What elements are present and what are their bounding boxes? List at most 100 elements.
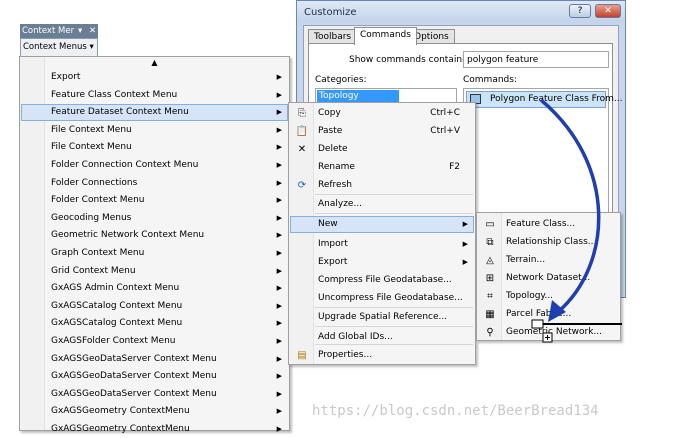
feature-class-icon: ▭	[485, 219, 495, 230]
menu-item-label: GxAGSGeometry ContextMenu	[51, 406, 190, 417]
menu-item-file-context-menu[interactable]: File Context Menu ▶	[21, 122, 288, 139]
menu-item-parcel-fabric[interactable]: ▦ Parcel Fabric...	[478, 306, 619, 323]
menu-item-label: Properties...	[318, 350, 373, 360]
menu-item-label: Grid Context Menu	[51, 265, 136, 276]
menu-item-properties[interactable]: ▤ Properties...	[290, 347, 474, 364]
menu-item-new[interactable]: New ▶	[290, 216, 474, 233]
menu-item-relationship-class[interactable]: ⧉ Relationship Class...	[478, 234, 619, 251]
submenu-arrow-icon: ▶	[276, 108, 282, 117]
menu-item-gxagsgeodataserver-context-menu[interactable]: GxAGSGeoDataServer Context Menu ▶	[21, 351, 288, 368]
drop-insertion-marker	[532, 323, 622, 325]
menu-item-label: Rename	[318, 162, 355, 172]
submenu-arrow-icon: ▶	[276, 301, 282, 310]
menu-item-label: Parcel Fabric...	[506, 309, 572, 319]
terrain-icon: ◬	[486, 255, 494, 266]
submenu-arrow-icon: ▶	[276, 284, 282, 293]
menu-item-refresh[interactable]: ⟳ Refresh	[290, 177, 474, 194]
menu-item-gxagsgeometry-contextmenu[interactable]: GxAGSGeometry ContextMenu ▶	[21, 421, 288, 438]
menu-item-topology[interactable]: ⌗ Topology...	[478, 288, 619, 305]
context-menus-dropdown-button[interactable]: Context Menus ▾	[23, 42, 94, 52]
menu-item-label: Graph Context Menu	[51, 248, 145, 258]
relationship-class-icon: ⧉	[486, 237, 494, 248]
delete-icon: ✕	[297, 144, 307, 155]
menu-item-label: GxAGS Admin Context Menu	[51, 283, 180, 294]
menu-item-folder-context-menu[interactable]: Folder Context Menu ▶	[21, 192, 288, 209]
menu-item-label: New	[318, 219, 338, 229]
menu-item-folder-connection-context-menu[interactable]: Folder Connection Context Menu ▶	[21, 157, 288, 174]
menu-item-label: Import	[318, 239, 348, 249]
menu-item-label: Upgrade Spatial Reference...	[318, 312, 448, 322]
toolbar-body: Context Menus ▾	[20, 38, 98, 58]
menu-item-gxags-admin-context-menu[interactable]: GxAGS Admin Context Menu ▶	[21, 280, 288, 297]
menu-item-network-dataset[interactable]: ⊞ Network Dataset...	[478, 270, 619, 287]
feature-dataset-context-menu: ⎘ Copy Ctrl+C 📋 Paste Ctrl+V ✕ Delete Rename F2 ⟳ R…	[288, 102, 476, 365]
commands-label: Commands:	[463, 75, 517, 85]
menu-item-label: File Context Menu	[51, 142, 132, 153]
menu-item-graph-context-menu[interactable]: Graph Context Menu ▶	[21, 245, 288, 262]
menu-item-export[interactable]: Export ▶	[21, 69, 288, 86]
submenu-arrow-icon: ▶	[276, 319, 282, 328]
menu-item-analyze[interactable]: Analyze...	[290, 196, 474, 213]
submenu-arrow-icon: ▶	[276, 337, 282, 345]
command-item-polygon-feature-class[interactable]: Polygon Feature Class From...	[466, 91, 623, 108]
menu-item-file-context-menu[interactable]: File Context Menu ▶	[21, 139, 288, 156]
submenu-arrow-icon: ▶	[276, 425, 282, 433]
menu-item-gxagsgeodataserver-context-menu[interactable]: GxAGSGeoDataServer Context Menu ▶	[21, 368, 288, 385]
menu-item-uncompress-file-geodatabase[interactable]: Uncompress File Geodatabase...	[290, 290, 474, 307]
menu-item-gxagsgeodataserver-context-menu[interactable]: GxAGSGeoDataServer Context Menu ▶	[21, 386, 288, 403]
command-filter-input[interactable]	[463, 51, 609, 68]
topology-icon: ⌗	[487, 291, 493, 302]
menu-item-geometric-network[interactable]: ⚲ Geometric Network...	[478, 324, 619, 341]
dialog-title-bar[interactable]: Customize ? ✕	[297, 1, 625, 23]
menu-item-import[interactable]: Import ▶	[290, 236, 474, 253]
menu-item-export[interactable]: Export ▶	[290, 254, 474, 271]
watermark: https://blog.csdn.net/BeerBread134	[312, 403, 599, 419]
menu-item-upgrade-spatial-reference[interactable]: Upgrade Spatial Reference...	[290, 309, 474, 326]
submenu-arrow-icon: ▶	[276, 372, 282, 381]
menu-item-folder-connections[interactable]: Folder Connections ▶	[21, 175, 288, 192]
help-button[interactable]: ?	[569, 4, 591, 18]
submenu-arrow-icon: ▶	[462, 258, 468, 266]
menu-item-label: Export	[318, 257, 348, 267]
menu-item-paste[interactable]: 📋 Paste Ctrl+V	[290, 123, 474, 140]
submenu-arrow-icon: ▶	[276, 266, 282, 275]
menu-item-label: Feature Class Context Menu	[51, 89, 178, 100]
menu-item-gxagscatalog-context-menu[interactable]: GxAGSCatalog Context Menu ▶	[21, 298, 288, 315]
context-menus-toolbar: Context Mer ▾ ✕ Context Menus ▾	[20, 24, 98, 58]
menu-item-label: Refresh	[318, 180, 352, 190]
paste-icon: 📋	[295, 126, 309, 137]
toolbar-title-bar[interactable]: Context Mer ▾ ✕	[20, 24, 98, 38]
menu-item-label: GxAGSGeoDataServer Context Menu	[51, 388, 217, 399]
category-item-topology[interactable]: Topology	[317, 90, 399, 102]
submenu-arrow-icon: ▶	[276, 125, 282, 134]
menu-separator	[315, 213, 473, 214]
menu-item-feature-class-context-menu[interactable]: Feature Class Context Menu ▶	[21, 87, 288, 104]
menu-item-feature-class[interactable]: ▭ Feature Class...	[478, 216, 619, 233]
menu-item-delete[interactable]: ✕ Delete	[290, 141, 474, 158]
menu-item-geometric-network-context-menu[interactable]: Geometric Network Context Menu ▶	[21, 227, 288, 244]
menu-item-terrain[interactable]: ◬ Terrain...	[478, 252, 619, 269]
menu-item-geocoding-menus[interactable]: Geocoding Menus ▶	[21, 210, 288, 227]
close-icon[interactable]: ✕	[89, 24, 96, 38]
menu-item-compress-file-geodatabase[interactable]: Compress File Geodatabase...	[290, 272, 474, 289]
menu-item-label: Feature Class...	[506, 219, 576, 229]
scroll-up-icon[interactable]: ▲	[20, 57, 289, 69]
menu-item-rename[interactable]: Rename F2	[290, 159, 474, 176]
menu-item-gxagsgeometry-contextmenu[interactable]: GxAGSGeometry ContextMenu ▶	[21, 403, 288, 420]
menu-item-feature-dataset-context-menu[interactable]: Feature Dataset Context Menu ▶	[21, 104, 288, 122]
submenu-arrow-icon: ▶	[276, 161, 282, 169]
menu-item-copy[interactable]: ⎘ Copy Ctrl+C	[290, 105, 474, 122]
menu-item-label: Delete	[318, 144, 348, 154]
menu-separator	[315, 344, 473, 345]
menu-item-shortcut: Ctrl+V	[430, 126, 460, 136]
menu-item-grid-context-menu[interactable]: Grid Context Menu ▶	[21, 263, 288, 280]
close-button[interactable]: ✕	[595, 4, 621, 18]
tab-toolbars[interactable]: Toolbars	[308, 29, 358, 44]
menu-item-gxagscatalog-context-menu[interactable]: GxAGSCatalog Context Menu ▶	[21, 315, 288, 332]
menu-item-gxagsfolder-context-menu[interactable]: GxAGSFolder Context Menu ▶	[21, 333, 288, 350]
chevron-down-icon[interactable]: ▾	[78, 24, 82, 38]
menu-item-label: Folder Context Menu	[51, 195, 145, 206]
menu-item-label: Compress File Geodatabase...	[318, 275, 452, 285]
parcel-fabric-icon: ▦	[485, 309, 495, 320]
tab-commands[interactable]: Commands	[354, 27, 417, 45]
